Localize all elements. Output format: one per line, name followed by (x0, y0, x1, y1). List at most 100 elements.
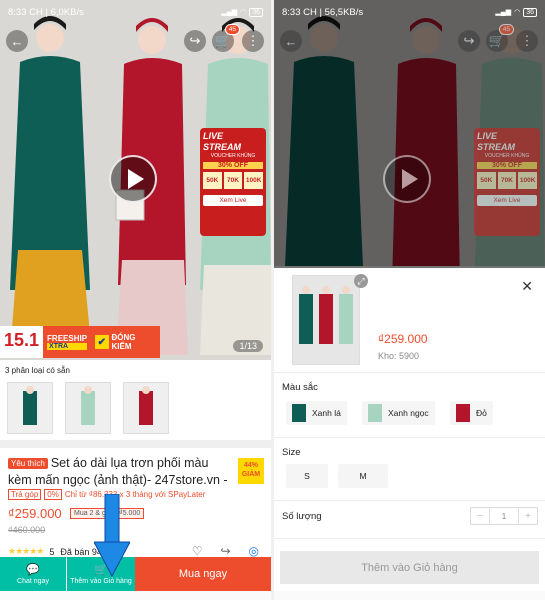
live-off: 30% OFF (203, 162, 263, 169)
status-time: 8:33 CH | 56,5KB/s (282, 6, 364, 18)
battery-icon: 36 (249, 7, 263, 17)
product-actions: ♡ ↪ ◎ (192, 544, 259, 558)
plus-button[interactable]: + (519, 508, 537, 524)
sheet-price: ₫259.000 (378, 332, 428, 346)
color-option-label: Xanh ngọc (388, 408, 429, 418)
buy-now-button[interactable]: Mua ngay (135, 557, 271, 591)
chat-button[interactable]: 💬 Chat ngay (0, 557, 67, 591)
rating-value: 5 (49, 546, 55, 557)
size-option-m[interactable]: M (338, 464, 388, 488)
original-price: ₫460.000 (8, 525, 46, 535)
sheet-product-image (292, 275, 360, 365)
back-arrow-icon: ← (10, 33, 24, 49)
product-title-block: Yêu thích Set áo dài lụa trơn phối màu kè… (8, 455, 233, 488)
color-option-label: Xanh lá (312, 408, 341, 418)
color-option-mint[interactable]: Xanh ngọc (362, 401, 435, 425)
sheet-stock: Kho: 5900 (378, 351, 420, 361)
swatch-icon (368, 404, 382, 422)
quantity-value[interactable]: 1 (489, 508, 519, 524)
voucher-70k: 70K (497, 172, 517, 189)
more-icon: ⋮ (246, 33, 260, 48)
promo-banner: 15.1 FREESHIP XTRA ✔ ĐÓNG KIỂM (0, 326, 160, 358)
right-screen: 8:33 CH | 56,5KB/s ▂▄▆ ◠ 36 ← ↪ 🛒 45 ⋮ L… (274, 0, 545, 600)
divider (274, 538, 545, 539)
quantity-stepper: − 1 + (470, 507, 538, 525)
more-button[interactable]: ⋮ (516, 30, 538, 52)
cart-badge: 45 (498, 24, 514, 35)
play-video-button[interactable] (109, 155, 157, 203)
minus-button[interactable]: − (471, 508, 489, 524)
heart-icon[interactable]: ♡ (192, 544, 203, 558)
installment-rate: 0% (44, 489, 62, 500)
installment-text: Chỉ từ ₫86.333 x 3 tháng với SPayLater (64, 490, 206, 499)
signal-icon: ▂▄▆ (495, 9, 512, 16)
status-bar: 8:33 CH | 6,0KB/s ▂▄▆ ◠ 36 (0, 0, 271, 24)
cart-button[interactable]: 🛒 45 (212, 24, 240, 52)
promo-date: 15.1 (0, 326, 44, 358)
freeship-badge: FREESHIP XTRA (43, 326, 92, 358)
image-counter: 1/13 (233, 340, 263, 352)
variant-thumb-mint[interactable] (65, 382, 111, 434)
signal-icon: ▂▄▆ (221, 9, 238, 16)
variant-thumb-red[interactable] (123, 382, 169, 434)
left-screen: 8:33 CH | 6,0KB/s ▂▄▆ ◠ 36 ← ↪ 🛒 45 ⋮ LI… (0, 0, 271, 600)
cart-icon: 🛒 (214, 33, 232, 48)
back-button[interactable]: ← (280, 30, 302, 52)
chat-label: Chat ngay (17, 578, 49, 585)
voucher-50k: 50K (477, 172, 496, 189)
discount-percent: 44% (243, 462, 258, 469)
more-icon: ⋮ (520, 33, 534, 48)
status-time: 8:33 CH | 6,0KB/s (8, 6, 84, 18)
divider (274, 372, 545, 373)
color-option-label: Đỏ (476, 408, 487, 418)
share-button[interactable]: ↪ (458, 30, 480, 52)
color-option-green[interactable]: Xanh lá (286, 401, 347, 425)
color-option-red[interactable]: Đỏ (450, 401, 493, 425)
share-button[interactable]: ↪ (184, 30, 206, 52)
system-nav-bar (274, 591, 545, 600)
live-stream-banner: LIVE STREAM VOUCHER KHỦNG 30% OFF 50K 70… (474, 128, 540, 236)
zoom-icon[interactable]: ⤢ (354, 274, 368, 288)
variant-thumb-green[interactable] (7, 382, 53, 434)
variants-label: 3 phân loại có sẵn (5, 366, 70, 375)
swatch-icon (292, 404, 306, 422)
voucher-70k: 70K (223, 172, 243, 189)
swatch-icon (456, 404, 470, 422)
divider (274, 500, 545, 501)
more-button[interactable]: ⋮ (242, 30, 264, 52)
star-rating-icon: ★★★★★ (8, 546, 44, 556)
live-off: 30% OFF (477, 162, 537, 169)
live-title: LIVE STREAM (477, 131, 515, 152)
discount-badge: 44% GIẢM (238, 458, 264, 484)
inspect-badge: ✔ ĐÓNG KIỂM (91, 326, 160, 358)
battery-icon: 36 (523, 7, 537, 17)
size-label: Size (282, 447, 301, 458)
wifi-icon: ◠ (514, 9, 521, 16)
divider (274, 437, 545, 438)
messenger-icon[interactable]: ◎ (249, 544, 259, 558)
watch-live-button[interactable]: Xem Live (203, 195, 263, 206)
sheet-add-to-cart-button[interactable]: Thêm vào Giỏ hàng (280, 551, 539, 584)
cart-icon: 🛒 (488, 33, 506, 48)
live-subtitle: VOUCHER KHỦNG (210, 153, 256, 159)
size-option-s[interactable]: S (286, 464, 328, 488)
back-arrow-icon: ← (284, 33, 298, 49)
arrow-down-icon (94, 494, 130, 578)
discount-label: GIẢM (241, 471, 261, 478)
installment-label: Trả góp (8, 489, 42, 500)
live-subtitle: VOUCHER KHỦNG (484, 153, 530, 159)
voucher-50k: 50K (203, 172, 222, 189)
voucher-100k: 100K (518, 172, 538, 189)
variant-sheet: ⤢ ✕ ₫259.000 Kho: 5900 Màu sắc Xanh lá X… (274, 266, 545, 600)
live-stream-banner[interactable]: LIVE STREAM VOUCHER KHỦNG 30% OFF 50K 70… (200, 128, 266, 236)
back-button[interactable]: ← (6, 30, 28, 52)
cart-button[interactable]: 🛒 45 (486, 24, 514, 52)
rating-row: ★★★★★ 5 Đã bán 94 (8, 546, 102, 557)
favorite-tag: Yêu thích (8, 458, 48, 469)
bottom-action-bar: 💬 Chat ngay 🛒 Thêm vào Giỏ hàng Mua ngay (0, 557, 271, 591)
share-small-icon[interactable]: ↪ (220, 544, 230, 558)
live-title: LIVE STREAM (203, 131, 241, 152)
inspect-label: ĐÓNG KIỂM (111, 333, 136, 351)
close-icon[interactable]: ✕ (521, 278, 533, 295)
wifi-icon: ◠ (240, 9, 247, 16)
